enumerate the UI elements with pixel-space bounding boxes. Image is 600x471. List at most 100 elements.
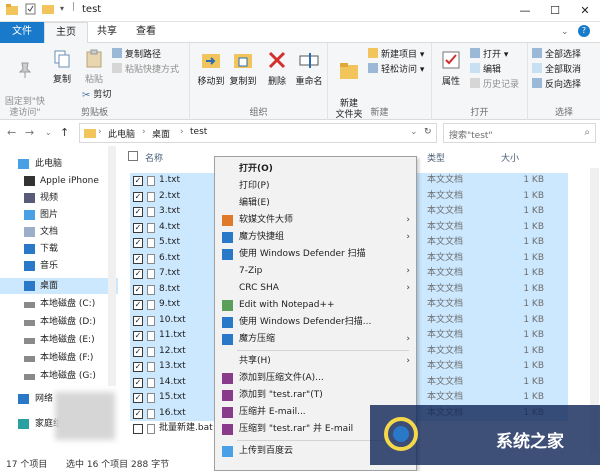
delete-button[interactable]: 删除 (264, 49, 290, 88)
maximize-button[interactable]: ☐ (540, 0, 570, 22)
nav-item-10[interactable]: 本地磁盘 (E:) (0, 332, 118, 348)
context-menu-item[interactable]: 添加到压缩文件(A)... (215, 370, 416, 387)
context-menu-item[interactable]: 使用 Windows Defender扫描... (215, 314, 416, 331)
easy-access-button[interactable]: 轻松访问 ▾ (368, 63, 424, 76)
drive-icon (24, 320, 35, 326)
context-menu-item[interactable]: 共享(H) › (215, 353, 416, 370)
row-checkbox[interactable]: ✓ (133, 300, 143, 310)
row-checkbox[interactable]: ✓ (133, 377, 143, 388)
context-menu-item[interactable]: 魔方快捷组 › (215, 229, 416, 246)
nav-item-0[interactable]: 此电脑 (0, 156, 118, 172)
customize-quick-access-icon[interactable]: ▾ (60, 4, 64, 13)
copy-to-button[interactable]: 复制到 (228, 49, 258, 88)
rename-button[interactable]: 重命名 (292, 49, 326, 88)
invert-selection-button[interactable]: 反向选择 (532, 78, 581, 91)
context-menu-item[interactable]: 添加到 "test.rar"(T) (215, 387, 416, 404)
drive-icon (24, 374, 35, 380)
tab-view[interactable]: 查看 (126, 22, 166, 43)
breadcrumb-desktop[interactable]: 桌面 (152, 127, 170, 140)
paste-button[interactable]: 粘贴 (80, 49, 108, 86)
copy-path-button[interactable]: 复制路径 (112, 48, 161, 61)
address-dropdown-icon[interactable]: ⌄ (410, 127, 418, 137)
row-checkbox[interactable]: ✓ (133, 315, 143, 326)
edit-button[interactable]: 编辑 (470, 63, 501, 76)
row-checkbox[interactable]: ✓ (133, 269, 143, 279)
search-input[interactable]: 搜索"test" ⌕ (443, 123, 596, 143)
file-type: 本文文档 (427, 345, 464, 356)
breadcrumb-this-pc[interactable]: 此电脑 (108, 127, 135, 140)
tab-home[interactable]: 主页 (44, 22, 88, 44)
column-name[interactable]: 名称 (145, 151, 163, 164)
nav-scrollbar[interactable] (108, 146, 116, 386)
text-file-icon (147, 300, 155, 310)
nav-item-7[interactable]: 桌面 (0, 278, 118, 294)
paste-shortcut-button[interactable]: 粘贴快捷方式 (112, 63, 179, 76)
nav-item-2[interactable]: 视频 (0, 190, 118, 206)
row-checkbox[interactable]: ✓ (133, 176, 143, 186)
row-checkbox[interactable]: ✓ (133, 222, 143, 233)
nav-item-4[interactable]: 文档 (0, 224, 118, 240)
context-menu-label: 共享(H) (239, 356, 271, 366)
row-checkbox[interactable]: ✓ (133, 362, 143, 372)
context-menu-item[interactable]: 魔方压缩 › (215, 331, 416, 348)
row-checkbox[interactable]: ✓ (133, 408, 143, 419)
context-menu-item[interactable]: 使用 Windows Defender 扫描 (215, 246, 416, 263)
nav-item-9[interactable]: 本地磁盘 (D:) (0, 314, 118, 330)
cut-button[interactable]: ✂ 剪切 (82, 89, 111, 102)
nav-item-12[interactable]: 本地磁盘 (G:) (0, 368, 118, 384)
nav-item-3[interactable]: 图片 (0, 207, 118, 223)
row-checkbox[interactable]: ✓ (133, 346, 143, 357)
cut-label: 剪切 (93, 90, 112, 100)
context-menu-item[interactable]: 编辑(E) (215, 195, 416, 212)
nav-item-6[interactable]: 音乐 (0, 258, 118, 274)
move-to-button[interactable]: 移动到 (196, 49, 226, 88)
nav-item-11[interactable]: 本地磁盘 (F:) (0, 350, 118, 366)
context-menu-item[interactable]: 软媒文件大师 › (215, 212, 416, 229)
copy-to-icon (228, 49, 258, 75)
properties-quick-icon[interactable] (25, 3, 36, 18)
recent-locations-icon[interactable]: ⌄ (45, 128, 52, 137)
properties-button[interactable]: 属性 (438, 49, 464, 88)
minimize-button[interactable]: — (510, 0, 540, 22)
refresh-icon[interactable]: ↻ (424, 127, 432, 137)
file-type: 本文文档 (427, 314, 464, 325)
row-checkbox[interactable]: ✓ (133, 284, 143, 295)
context-menu-item[interactable]: 7-Zip › (215, 263, 416, 280)
close-button[interactable]: ✕ (570, 0, 600, 22)
row-checkbox[interactable]: ✓ (133, 207, 143, 217)
copy-button[interactable]: 复制 (48, 49, 76, 86)
row-checkbox[interactable]: ✓ (133, 393, 143, 403)
row-checkbox[interactable]: ✓ (133, 331, 143, 341)
column-size[interactable]: 大小 (501, 151, 519, 164)
new-folder-quick-icon[interactable] (42, 3, 54, 17)
breadcrumb-test[interactable]: test (190, 127, 207, 137)
nav-item-label: 视频 (40, 193, 59, 203)
open-button[interactable]: 打开 ▾ (470, 48, 508, 61)
up-arrow-icon[interactable]: ↑ (60, 126, 69, 139)
row-checkbox[interactable]: ✓ (133, 238, 143, 248)
row-checkbox[interactable] (133, 424, 143, 434)
ribbon-expand-icon[interactable]: ⌄ (561, 27, 569, 37)
context-menu-item[interactable]: Edit with Notepad++ (215, 297, 416, 314)
nav-item-8[interactable]: 本地磁盘 (C:) (0, 296, 118, 312)
nav-item-5[interactable]: 下载 (0, 241, 118, 257)
row-checkbox[interactable]: ✓ (133, 253, 143, 264)
history-button[interactable]: 历史记录 (470, 78, 519, 91)
file-name: 10.txt (159, 314, 186, 325)
help-icon[interactable]: ? (578, 25, 590, 37)
back-arrow-icon[interactable]: ← (7, 126, 16, 139)
forward-arrow-icon[interactable]: → (25, 126, 34, 139)
select-all-button[interactable]: 全部选择 (532, 48, 581, 61)
select-none-button[interactable]: 全部取消 (532, 63, 581, 76)
context-menu-item[interactable]: CRC SHA › (215, 280, 416, 297)
new-item-button[interactable]: 新建项目 ▾ (368, 48, 424, 61)
context-menu-item[interactable]: 打印(P) (215, 178, 416, 195)
column-type[interactable]: 类型 (427, 151, 445, 164)
row-checkbox[interactable]: ✓ (133, 191, 143, 202)
select-all-checkbox[interactable] (128, 151, 138, 161)
tab-file[interactable]: 文件 (0, 22, 44, 43)
context-menu-item[interactable]: 打开(O) (215, 161, 416, 178)
nav-item-1[interactable]: Apple iPhone (0, 173, 118, 189)
tab-share[interactable]: 共享 (88, 22, 126, 43)
address-field[interactable]: › 此电脑 › 桌面 › test ⌄ ↻ (79, 123, 437, 143)
